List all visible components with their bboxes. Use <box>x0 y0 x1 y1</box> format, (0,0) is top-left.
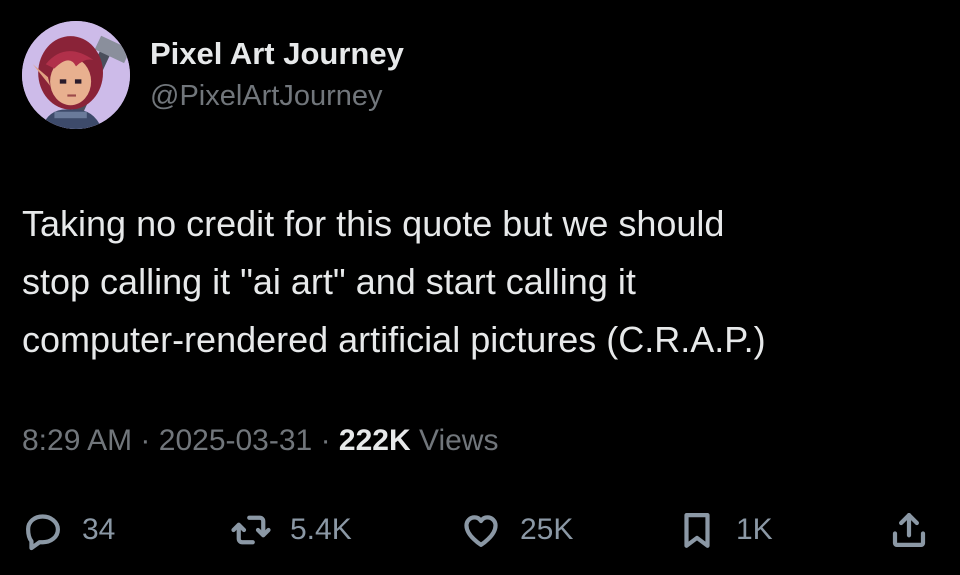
share-button[interactable] <box>888 500 930 560</box>
reply-count: 34 <box>82 513 116 546</box>
views-count: 222K <box>338 424 411 457</box>
share-icon <box>892 513 926 547</box>
retweet-button[interactable]: 5.4K <box>230 500 352 560</box>
heart-icon <box>464 515 498 547</box>
tweet-time[interactable]: 8:29 AM <box>22 424 132 457</box>
bookmark-icon <box>684 513 710 548</box>
tweet-action-bar: 34 5.4K 25K 1K <box>0 500 960 560</box>
tweet-text: Taking no credit for this quote but we s… <box>22 203 766 360</box>
author-avatar[interactable] <box>22 21 130 129</box>
bookmark-count: 1K <box>736 513 773 546</box>
tweet-meta: 8:29 AM · 2025-03-31 · 222K Views <box>22 424 498 458</box>
retweet-icon <box>231 515 271 545</box>
tweet-date[interactable]: 2025-03-31 <box>159 424 312 457</box>
views-label: Views <box>418 424 499 457</box>
pixel-art-character-avatar-icon <box>22 21 130 129</box>
meta-separator: · <box>140 424 151 457</box>
author-handle[interactable]: @PixelArtJourney <box>150 80 383 113</box>
reply-button[interactable]: 34 <box>22 500 115 560</box>
author-display-name[interactable]: Pixel Art Journey <box>150 36 404 72</box>
tweet-card: Pixel Art Journey @PixelArtJourney Takin… <box>0 0 960 575</box>
like-count: 25K <box>520 513 574 546</box>
reply-icon <box>26 514 60 551</box>
retweet-count: 5.4K <box>290 513 352 546</box>
bookmark-button[interactable]: 1K <box>676 500 773 560</box>
like-button[interactable]: 25K <box>460 500 573 560</box>
meta-separator: · <box>320 424 331 457</box>
